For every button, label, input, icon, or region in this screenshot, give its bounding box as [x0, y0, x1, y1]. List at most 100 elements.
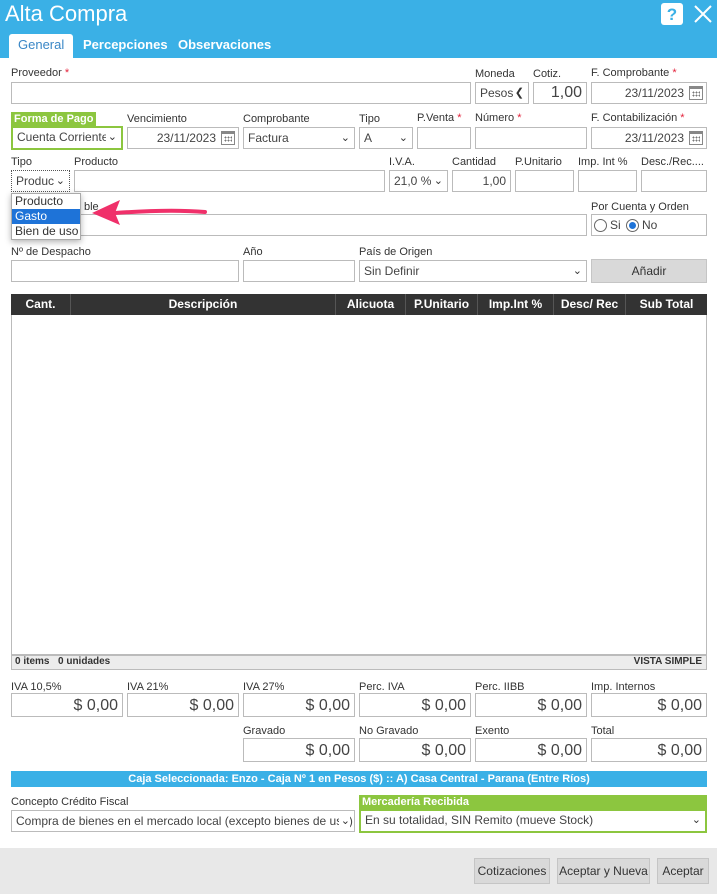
chevron-down-icon: ❮ — [514, 87, 524, 99]
window-title: Alta Compra — [5, 1, 128, 26]
despacho-label: Nº de Despacho — [11, 246, 91, 258]
moneda-select[interactable]: Pesos ❮ — [475, 82, 529, 104]
chevron-down-icon: ⌄ — [338, 811, 350, 831]
p-unitario-input[interactable] — [515, 170, 574, 192]
dropdown-option-bien-de-uso[interactable]: Bien de uso — [12, 224, 80, 239]
comprobante-select[interactable]: Factura ⌄ — [243, 127, 355, 149]
concepto-label: Concepto Crédito Fiscal — [11, 796, 129, 808]
calendar-icon[interactable] — [221, 131, 235, 145]
imp-int-label: Imp. Int % — [578, 156, 628, 168]
f-comprobante-label: F. Comprobante * — [591, 67, 677, 79]
mercaderia-label: Mercadería Recibida — [359, 795, 707, 810]
window-header: Alta Compra ? General Percepciones Obser… — [0, 0, 717, 58]
items-grid-footer: 0 items 0 unidades VISTA SIMPLE — [11, 655, 707, 670]
cantidad-input[interactable]: 1,00 — [452, 170, 511, 192]
tipo-item-select[interactable]: Produc ⌄ — [11, 170, 70, 192]
vencimiento-input[interactable]: 23/11/2023 — [127, 127, 239, 149]
imp-internos-label: Imp. Internos — [591, 681, 656, 693]
col-alicuota[interactable]: Alicuota — [336, 294, 406, 315]
f-contabilizacion-label: F. Contabilización * — [591, 112, 685, 124]
moneda-label: Moneda — [475, 68, 515, 80]
anadir-button[interactable]: Añadir — [591, 259, 707, 283]
aceptar-y-nueva-button[interactable]: Aceptar y Nueva — [557, 858, 650, 884]
iva-select[interactable]: 21,0 % ⌄ — [389, 170, 448, 192]
cotizaciones-button[interactable]: Cotizaciones — [474, 858, 550, 884]
radio-no[interactable] — [626, 219, 639, 232]
iva27-label: IVA 27% — [243, 681, 285, 693]
total-value: $ 0,00 — [591, 738, 707, 762]
numero-input[interactable] — [475, 127, 587, 149]
concepto-select[interactable]: Compra de bienes en el mercado local (ex… — [11, 810, 355, 832]
despacho-input[interactable] — [11, 260, 239, 282]
cotiz-input[interactable]: 1,00 — [533, 82, 587, 104]
items-count: 0 items — [15, 656, 50, 667]
close-icon[interactable] — [692, 3, 714, 25]
anio-input[interactable] — [243, 260, 355, 282]
calendar-icon[interactable] — [689, 131, 703, 145]
radio-si[interactable] — [594, 219, 607, 232]
tipo-item-dropdown: Producto Gasto Bien de uso — [11, 193, 81, 240]
tipo-item-label: Tipo — [11, 156, 32, 168]
perc-iva-value: $ 0,00 — [359, 693, 471, 717]
col-p-unitario[interactable]: P.Unitario — [406, 294, 478, 315]
view-mode-toggle[interactable]: VISTA SIMPLE — [634, 656, 702, 667]
col-cant[interactable]: Cant. — [11, 294, 71, 315]
question-icon[interactable]: ? — [661, 3, 683, 25]
dropdown-option-producto[interactable]: Producto — [12, 194, 80, 209]
svg-text:?: ? — [667, 5, 677, 24]
caja-seleccionada-bar: Caja Seleccionada: Enzo - Caja Nº 1 en P… — [11, 771, 707, 787]
chevron-down-icon: ⌄ — [340, 132, 350, 144]
imp-internos-value: $ 0,00 — [591, 693, 707, 717]
f-comprobante-input[interactable]: 23/11/2023 — [591, 82, 707, 104]
chevron-down-icon: ⌄ — [572, 265, 582, 277]
proveedor-label: Proveedor * — [11, 67, 70, 79]
col-desc-rec[interactable]: Desc/ Rec — [554, 294, 626, 315]
iva-label: I.V.A. — [389, 156, 415, 168]
dropdown-option-gasto[interactable]: Gasto — [12, 209, 80, 224]
exento-value: $ 0,00 — [475, 738, 587, 762]
tab-general[interactable]: General — [9, 34, 74, 58]
p-unitario-label: P.Unitario — [515, 156, 562, 168]
por-cuenta-label: Por Cuenta y Orden — [591, 201, 689, 213]
producto-label: Producto — [74, 156, 119, 168]
mercaderia-select[interactable]: En su totalidad, SIN Remito (mueve Stock… — [361, 811, 705, 831]
cotiz-label: Cotiz. — [533, 68, 562, 80]
anio-label: Año — [243, 246, 263, 258]
calendar-icon[interactable] — [689, 86, 703, 100]
pointer-arrow — [92, 200, 207, 225]
no-gravado-label: No Gravado — [359, 725, 419, 737]
vencimiento-label: Vencimiento — [127, 113, 187, 125]
dialog-footer: Cotizaciones Aceptar y Nueva Aceptar — [0, 848, 717, 894]
col-descripcion[interactable]: Descripción — [71, 294, 336, 315]
aceptar-button[interactable]: Aceptar — [657, 858, 709, 884]
iva27-value: $ 0,00 — [243, 693, 355, 717]
iva105-value: $ 0,00 — [11, 693, 123, 717]
chevron-down-icon: ⌄ — [433, 175, 443, 187]
gravado-label: Gravado — [243, 725, 286, 737]
tab-percepciones[interactable]: Percepciones — [74, 34, 177, 58]
p-venta-label: P.Venta * — [417, 112, 462, 124]
col-sub-total[interactable]: Sub Total — [626, 294, 707, 315]
pais-label: País de Origen — [359, 246, 433, 258]
items-grid-header: Cant. Descripción Alicuota P.Unitario Im… — [11, 294, 707, 315]
desc-rec-label: Desc./Rec.... — [641, 156, 704, 168]
f-contabilizacion-input[interactable]: 23/11/2023 — [591, 127, 707, 149]
p-venta-input[interactable] — [417, 127, 471, 149]
chevron-down-icon: ⌄ — [54, 171, 65, 191]
pais-select[interactable]: Sin Definir ⌄ — [359, 260, 587, 282]
proveedor-input[interactable] — [11, 82, 471, 104]
tipo-comprobante-select[interactable]: A ⌄ — [359, 127, 413, 149]
desc-rec-input[interactable] — [641, 170, 707, 192]
chevron-down-icon: ⌄ — [398, 132, 408, 144]
forma-pago-select[interactable]: Cuenta Corriente ⌄ — [13, 128, 121, 148]
exento-label: Exento — [475, 725, 510, 737]
iva21-value: $ 0,00 — [127, 693, 239, 717]
no-gravado-value: $ 0,00 — [359, 738, 471, 762]
imp-int-input[interactable] — [578, 170, 637, 192]
tab-observaciones[interactable]: Observaciones — [169, 34, 280, 58]
perc-iva-label: Perc. IVA — [359, 681, 405, 693]
iva21-label: IVA 21% — [127, 681, 169, 693]
producto-input[interactable] — [74, 170, 385, 192]
units-count: 0 unidades — [58, 656, 111, 667]
col-imp-int[interactable]: Imp.Int % — [478, 294, 554, 315]
